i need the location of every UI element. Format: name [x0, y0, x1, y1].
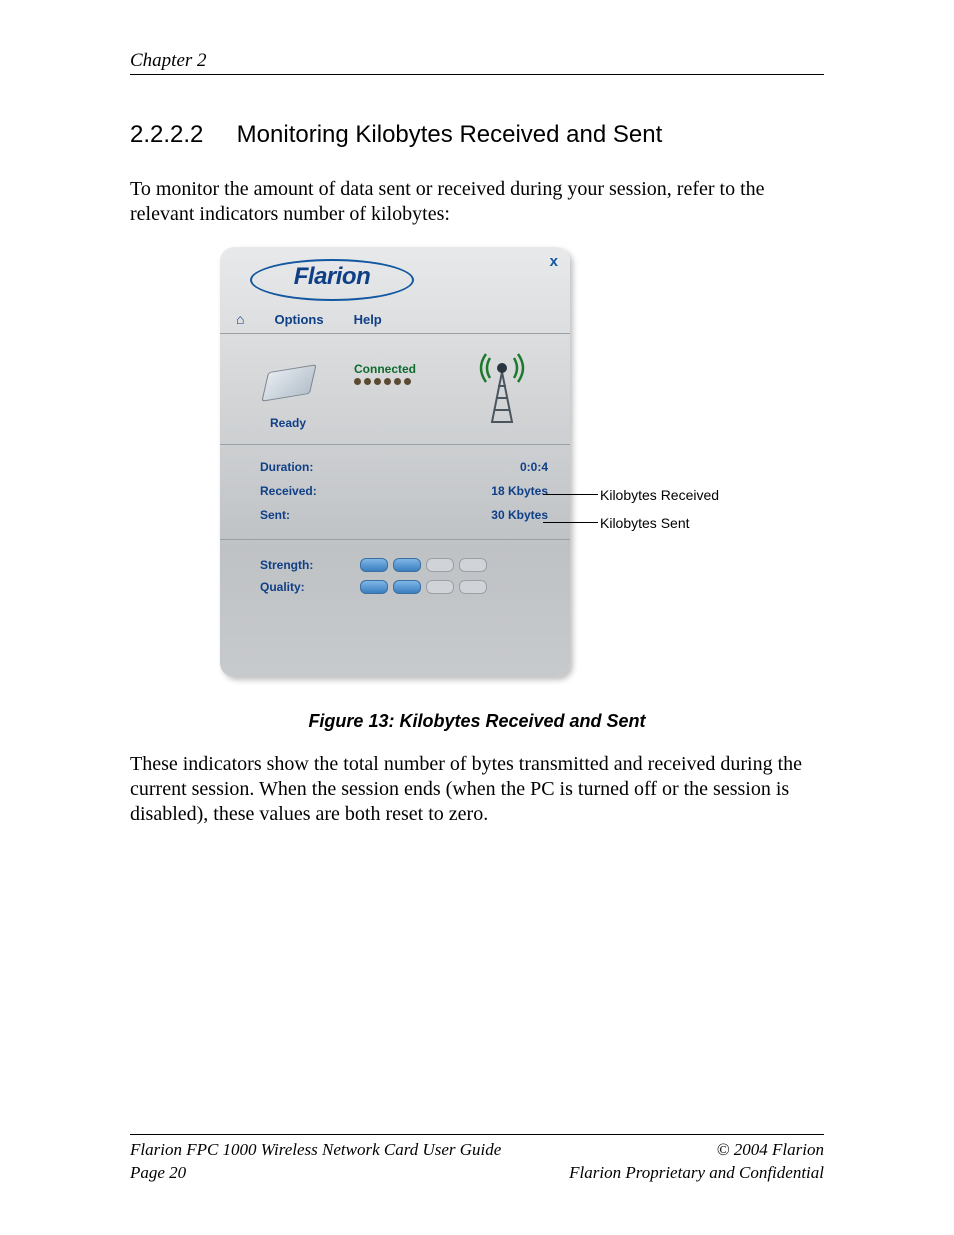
figure-caption: Figure 13: Kilobytes Received and Sent	[130, 711, 824, 732]
footer-page-number: Page 20	[130, 1162, 501, 1185]
callout-line-received	[543, 494, 598, 495]
footer-copyright: © 2004 Flarion	[569, 1139, 824, 1162]
row-received: Received: 18 Kbytes	[260, 479, 548, 503]
intro-paragraph: To monitor the amount of data sent or re…	[130, 177, 824, 227]
menu-help[interactable]: Help	[354, 312, 382, 327]
received-value: 18 Kbytes	[491, 484, 548, 498]
row-sent: Sent: 30 Kbytes	[260, 503, 548, 527]
close-icon[interactable]: x	[550, 253, 558, 270]
row-strength: Strength:	[260, 554, 548, 576]
activity-dots-icon	[354, 378, 411, 385]
footer-doc-title: Flarion FPC 1000 Wireless Network Card U…	[130, 1139, 501, 1162]
strength-label: Strength:	[260, 558, 330, 572]
sent-label: Sent:	[260, 508, 290, 522]
section-number: 2.2.2.2	[130, 121, 230, 149]
antenna-icon	[472, 352, 532, 426]
quality-bars-icon	[360, 580, 487, 594]
page-footer: Flarion FPC 1000 Wireless Network Card U…	[130, 1134, 824, 1185]
network-card-icon	[261, 364, 316, 402]
received-label: Received:	[260, 484, 317, 498]
home-icon[interactable]: ⌂	[236, 311, 244, 327]
after-paragraph: These indicators show the total number o…	[130, 752, 824, 827]
signal-rows: Strength: Quality:	[220, 540, 570, 612]
chapter-header: Chapter 2	[130, 50, 824, 75]
strength-bars-icon	[360, 558, 487, 572]
row-duration: Duration: 0:0:4	[260, 455, 548, 479]
connected-label: Connected	[354, 362, 416, 376]
row-quality: Quality:	[260, 576, 548, 598]
duration-label: Duration:	[260, 460, 313, 474]
footer-confidential: Flarion Proprietary and Confidential	[569, 1162, 824, 1185]
brand-logo: Flarion	[250, 259, 570, 301]
callout-line-sent	[543, 522, 598, 523]
app-window: x Flarion ⌂ Options Help Ready Connected	[220, 247, 570, 677]
menu-options[interactable]: Options	[274, 312, 323, 327]
callout-received: Kilobytes Received	[600, 487, 719, 503]
ready-label: Ready	[270, 416, 306, 430]
sent-value: 30 Kbytes	[491, 508, 548, 522]
quality-label: Quality:	[260, 580, 330, 594]
section-title: Monitoring Kilobytes Received and Sent	[237, 121, 663, 148]
status-block: Ready Connected	[220, 334, 570, 445]
duration-value: 0:0:4	[520, 460, 548, 474]
menu-bar: ⌂ Options Help	[220, 305, 570, 334]
callout-sent: Kilobytes Sent	[600, 515, 690, 531]
brand-text: Flarion	[294, 263, 371, 290]
section-heading: 2.2.2.2 Monitoring Kilobytes Received an…	[130, 121, 824, 149]
figure-area: x Flarion ⌂ Options Help Ready Connected	[130, 247, 830, 687]
data-rows: Duration: 0:0:4 Received: 18 Kbytes Sent…	[220, 445, 570, 540]
